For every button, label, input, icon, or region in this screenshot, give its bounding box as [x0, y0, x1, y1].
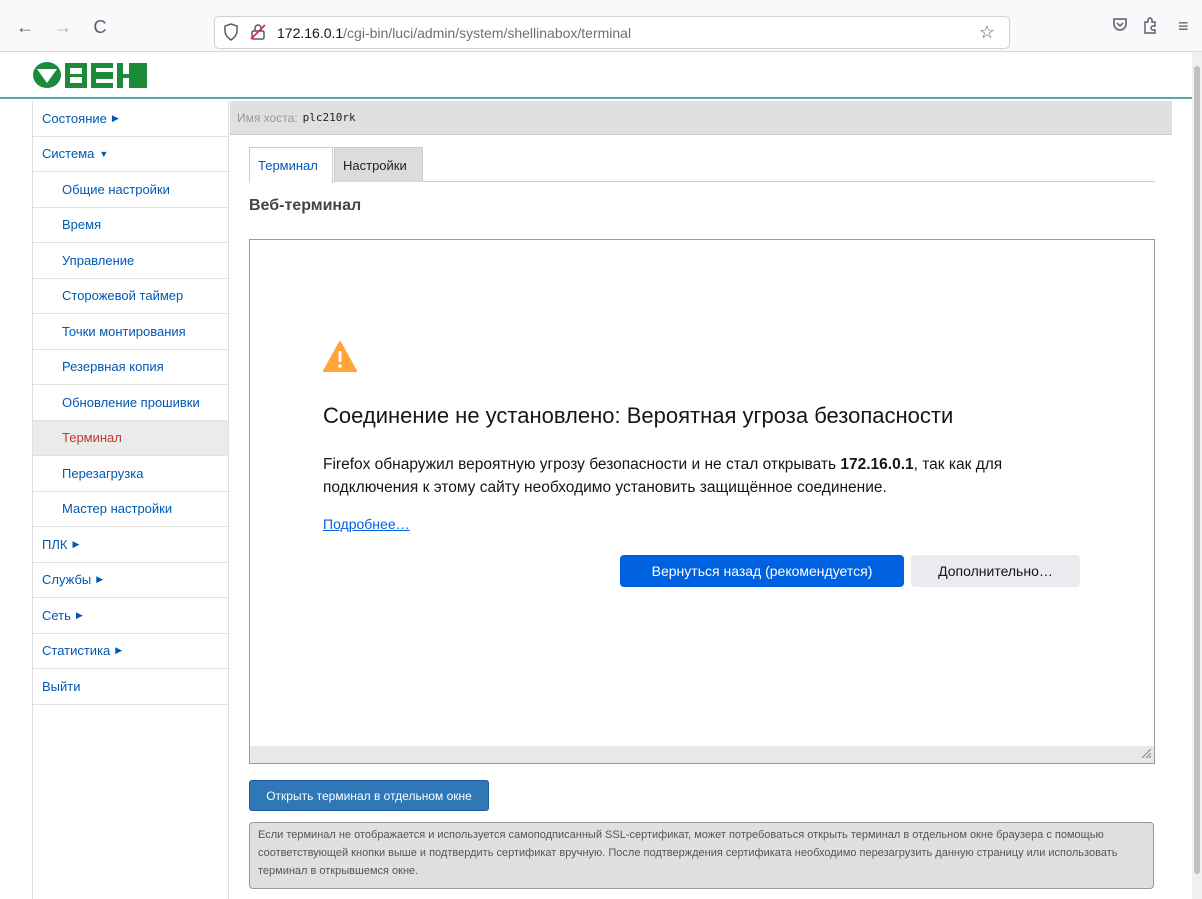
- error-description: Firefox обнаружил вероятную угрозу безоп…: [323, 453, 1083, 499]
- url-text[interactable]: 172.16.0.1/cgi-bin/luci/admin/system/she…: [277, 25, 631, 41]
- advanced-button[interactable]: Дополнительно…: [911, 555, 1080, 587]
- sidebar-item-label: Выйти: [42, 678, 81, 694]
- sidebar-item-label: Точки монтирования: [62, 323, 186, 339]
- triangle-right-icon: ▶: [115, 645, 123, 656]
- hostname-value: plc210rk: [302, 111, 356, 124]
- terminal-iframe[interactable]: Соединение не установлено: Вероятная угр…: [249, 239, 1155, 764]
- sidebar-item-label: ПЛК: [42, 536, 68, 552]
- frame-footer-bar: [250, 746, 1154, 763]
- sidebar-item-label: Резервная копия: [62, 359, 164, 375]
- site-header: [0, 53, 1192, 99]
- resize-grip-icon[interactable]: [1140, 747, 1152, 762]
- sidebar-item-watchdog[interactable]: Сторожевой таймер: [33, 279, 228, 314]
- sidebar-item-label: Система: [42, 146, 95, 162]
- sidebar-item-reboot[interactable]: Перезагрузка: [33, 456, 228, 492]
- back-arrow-icon[interactable]: ←: [14, 18, 36, 36]
- triangle-right-icon: ▶: [111, 112, 119, 123]
- sidebar-item-label: Сторожевой таймер: [62, 288, 184, 304]
- sidebar-item-system[interactable]: Система ▼: [33, 137, 228, 172]
- logo-graphic: [33, 62, 147, 88]
- sidebar-item-statistics[interactable]: Статистика ▶: [33, 634, 228, 669]
- menu-icon[interactable]: ≡: [1178, 16, 1189, 37]
- sidebar-item-label: Мастер настройки: [62, 501, 173, 517]
- hostname-label: Имя хоста:: [237, 110, 298, 125]
- hostname-bar: Имя хоста: plc210rk: [230, 101, 1172, 135]
- page-scrollbar[interactable]: [1192, 52, 1202, 899]
- insecure-lock-icon[interactable]: [250, 23, 266, 46]
- oven-logo[interactable]: [32, 59, 152, 91]
- tab-settings[interactable]: Настройки: [334, 147, 423, 182]
- triangle-right-icon: ▶: [72, 538, 80, 549]
- sidebar-item-label: Службы: [42, 572, 92, 588]
- pocket-icon[interactable]: [1112, 16, 1128, 37]
- scrollbar-thumb[interactable]: [1194, 66, 1200, 874]
- forward-arrow-icon[interactable]: →: [52, 18, 74, 36]
- triangle-right-icon: ▶: [96, 574, 104, 585]
- page-title: Веб-терминал: [249, 197, 362, 214]
- sidebar-item-label: Управление: [62, 252, 135, 268]
- sidebar-item-status[interactable]: Состояние ▶: [33, 101, 228, 137]
- sidebar-item-label: Терминал: [62, 430, 122, 446]
- sidebar-item-backup[interactable]: Резервная копия: [33, 350, 228, 385]
- browser-toolbar: ← → C 172.16.0.1/cgi-bin/luci/admin/syst…: [0, 0, 1202, 52]
- sidebar-item-logout[interactable]: Выйти: [33, 669, 228, 705]
- sidebar-item-network[interactable]: Сеть ▶: [33, 598, 228, 634]
- sidebar-item-services[interactable]: Службы ▶: [33, 563, 228, 598]
- sidebar-item-label: Общие настройки: [62, 181, 170, 197]
- shield-icon[interactable]: [223, 23, 239, 46]
- tab-bar: Терминал Настройки: [249, 147, 1155, 183]
- sidebar-item-administration[interactable]: Управление: [33, 243, 228, 279]
- sidebar-item-plc[interactable]: ПЛК ▶: [33, 527, 228, 563]
- sidebar-item-label: Время: [62, 217, 102, 233]
- reload-icon[interactable]: C: [89, 18, 111, 36]
- tab-terminal[interactable]: Терминал: [249, 147, 333, 183]
- bookmark-star-icon[interactable]: ☆: [979, 22, 995, 43]
- sidebar-item-general-settings[interactable]: Общие настройки: [33, 172, 228, 208]
- sidebar: Состояние ▶ Система ▼ Общие настройки Врем…: [32, 101, 229, 899]
- sidebar-item-terminal[interactable]: Терминал: [33, 420, 228, 456]
- url-host: 172.16.0.1: [277, 25, 344, 41]
- sidebar-item-mount-points[interactable]: Точки монтирования: [33, 314, 228, 350]
- sidebar-item-firmware-update[interactable]: Обновление прошивки: [33, 385, 228, 421]
- sidebar-item-label: Сеть: [42, 607, 71, 623]
- error-desc-before: Firefox обнаружил вероятную угрозу безоп…: [323, 456, 841, 473]
- sidebar-item-label: Состояние: [42, 110, 107, 126]
- learn-more-link[interactable]: Подробнее…: [323, 516, 410, 532]
- error-desc-host: 172.16.0.1: [840, 456, 914, 473]
- address-bar[interactable]: 172.16.0.1/cgi-bin/luci/admin/system/she…: [214, 16, 1010, 49]
- sidebar-item-time[interactable]: Время: [33, 208, 228, 243]
- open-terminal-window-button[interactable]: Открыть терминал в отдельном окне: [249, 780, 489, 811]
- extensions-icon[interactable]: [1142, 16, 1158, 39]
- sidebar-item-label: Статистика: [42, 643, 111, 659]
- triangle-right-icon: ▶: [75, 609, 83, 620]
- error-title: Соединение не установлено: Вероятная угр…: [323, 403, 954, 428]
- info-note: Если терминал не отображается и использу…: [249, 822, 1154, 889]
- sidebar-item-setup-wizard[interactable]: Мастер настройки: [33, 492, 228, 527]
- go-back-button[interactable]: Вернуться назад (рекомендуется): [620, 555, 904, 587]
- triangle-down-icon: ▼: [99, 148, 109, 159]
- url-path: /cgi-bin/luci/admin/system/shellinabox/t…: [343, 25, 632, 41]
- sidebar-item-label: Обновление прошивки: [62, 394, 200, 410]
- sidebar-item-label: Перезагрузка: [62, 465, 144, 481]
- warning-icon: [323, 341, 357, 372]
